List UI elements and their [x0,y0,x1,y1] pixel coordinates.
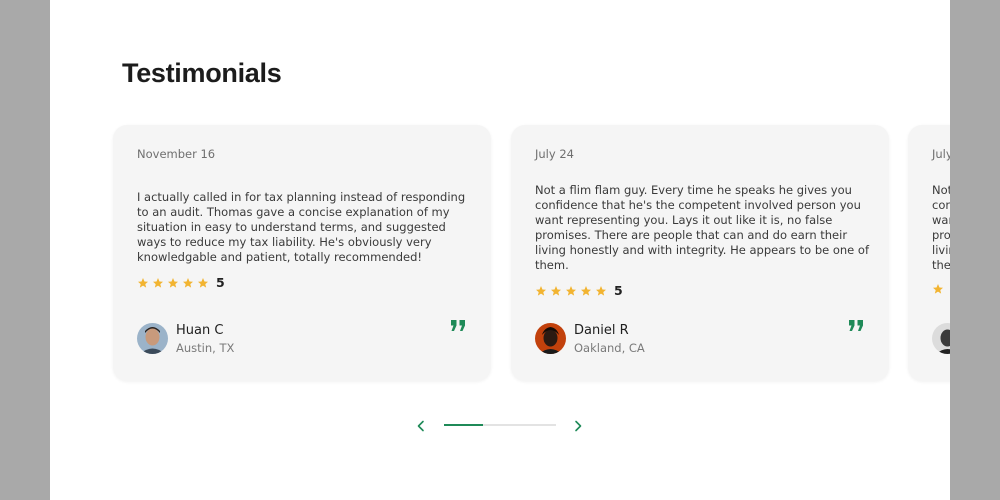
author-name: Daniel R [574,323,629,338]
testimonial-text: I actually called in for tax planning in… [137,190,466,264]
author-location: Oakland, CA [574,341,645,355]
rating-score: 5 [216,275,225,290]
author-name: Huan C [176,323,224,338]
star-icon [596,285,606,296]
chevron-left-icon[interactable] [416,420,426,432]
star-icon [536,285,546,296]
rating-score: 5 [614,283,623,298]
testimonial-card: July 24 Not a flim flam guy. Every time … [511,125,889,381]
testimonial-card: November 16 I actually called in for tax… [113,125,491,381]
carousel-progress [444,424,556,426]
star-icon [551,285,561,296]
rating: 5 [535,283,623,298]
rating [932,283,947,295]
author-location: Austin, TX [176,341,235,355]
carousel-progress-fill [444,424,484,426]
testimonial-text: Not a flim flam guy. Every time he speak… [535,183,869,272]
avatar [932,323,950,354]
rating: 5 [137,275,225,290]
testimonial-card: July 24 Not a flim flam guy. Every time … [908,125,950,381]
star-icon [933,284,943,294]
star-icon [198,277,208,288]
quote-icon [849,320,863,331]
star-icon [581,285,591,296]
testimonials-section: Testimonials November 16 I actually call… [50,0,950,500]
star-icon [566,285,576,296]
star-icon [168,277,178,288]
star-icon [153,277,163,288]
star-icon [183,277,193,288]
avatar [137,323,168,354]
testimonial-text: Not a flim flam guy. Every time he speak… [932,183,950,272]
chevron-right-icon[interactable] [573,420,583,432]
avatar [535,323,566,354]
testimonial-date: November 16 [137,147,216,161]
testimonial-date: July 24 [932,147,950,161]
section-title: Testimonials [122,58,282,88]
star-icon [138,277,148,288]
quote-icon [451,320,465,331]
testimonial-date: July 24 [535,147,574,161]
